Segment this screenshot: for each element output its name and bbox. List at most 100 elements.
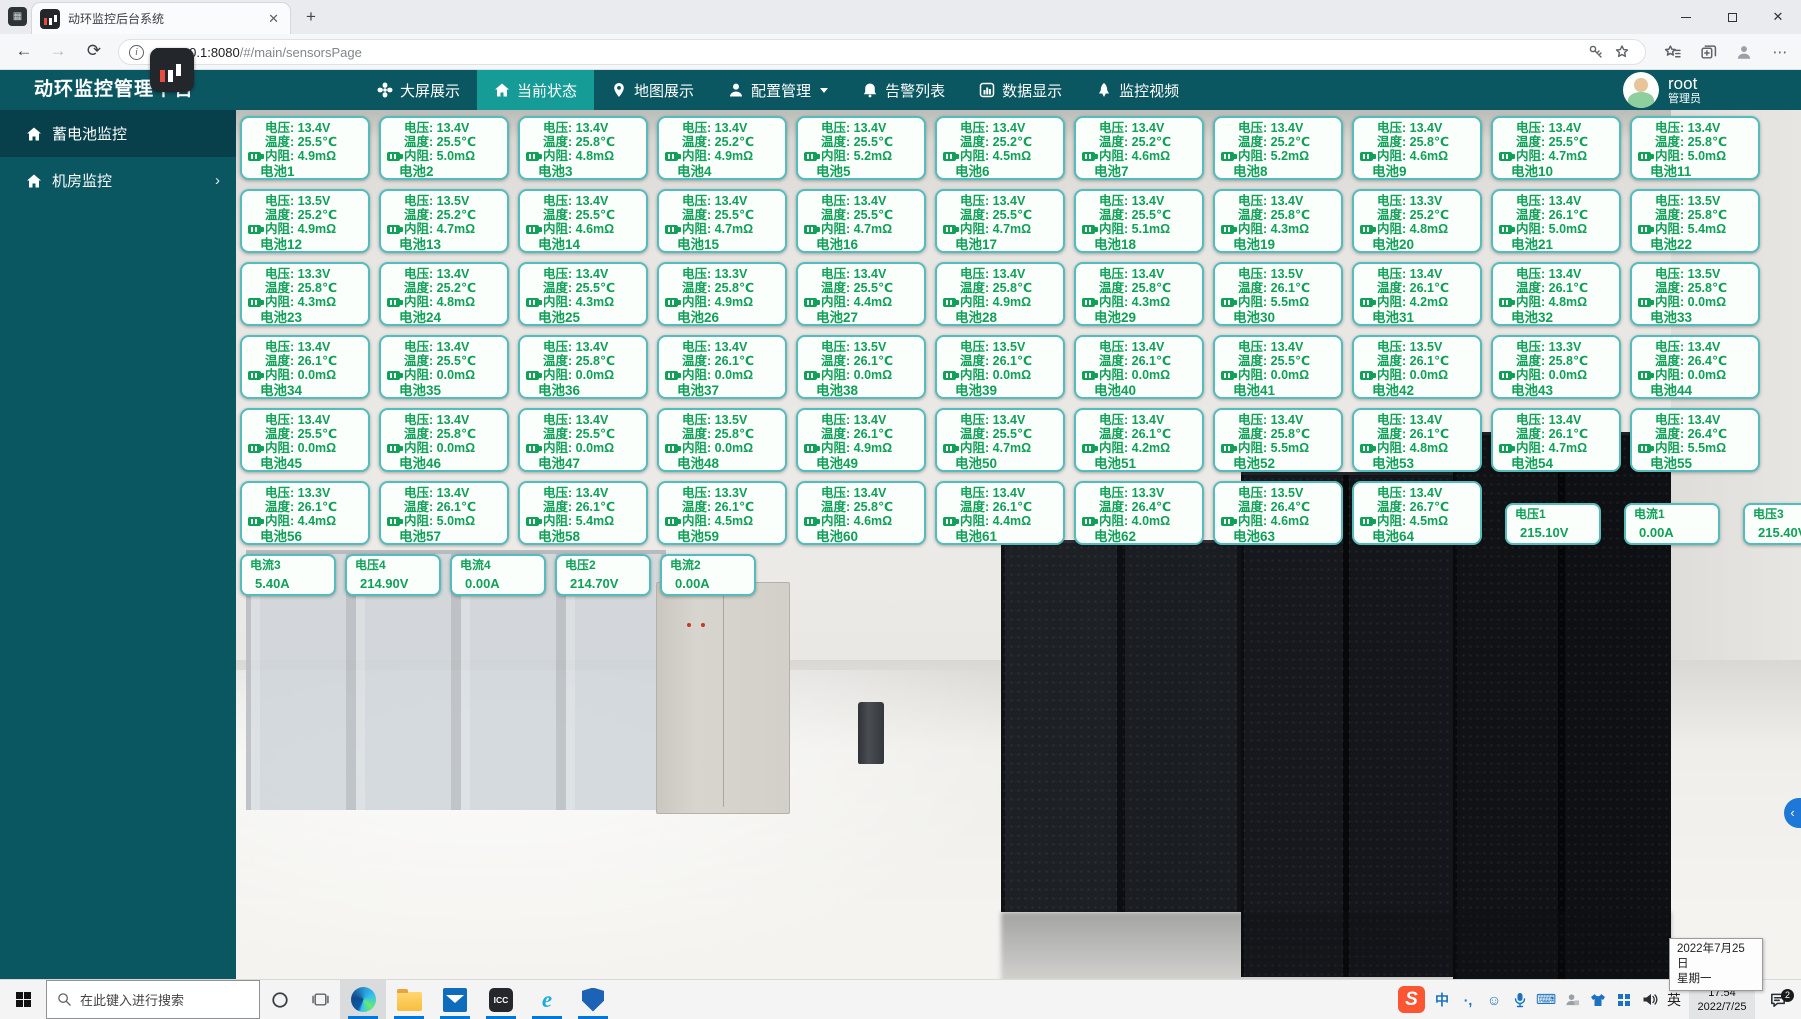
mic-icon[interactable] bbox=[1507, 992, 1533, 1008]
temperature-value: 25.2℃ bbox=[437, 281, 476, 295]
taskbar-app-edge[interactable] bbox=[340, 980, 386, 1019]
minimize-button[interactable] bbox=[1663, 0, 1709, 34]
volume-icon[interactable] bbox=[1637, 992, 1663, 1007]
back-button[interactable]: ← bbox=[8, 34, 40, 70]
temperature-value: 25.8℃ bbox=[1271, 208, 1310, 222]
emoji-icon[interactable]: ☺ bbox=[1481, 992, 1507, 1008]
battery-icon bbox=[943, 225, 956, 234]
taskbar-app-explorer[interactable] bbox=[386, 980, 432, 1019]
battery-card: 电压: 13.5V 温度: 25.2℃ 内阻: 4.7mΩ 电池13 bbox=[379, 189, 509, 253]
nav-item-2[interactable]: 当前状态 bbox=[477, 70, 594, 110]
cortana-button[interactable] bbox=[260, 980, 300, 1019]
user-dict-icon[interactable] bbox=[1559, 992, 1585, 1007]
forward-button[interactable]: → bbox=[42, 34, 74, 70]
collections-icon[interactable] bbox=[1659, 39, 1685, 65]
user-name: root bbox=[1668, 75, 1701, 93]
taskbar-app-mail[interactable] bbox=[432, 980, 478, 1019]
resistance-value: 0.0mΩ bbox=[715, 368, 754, 382]
sogou-ime-icon[interactable]: S bbox=[1398, 986, 1425, 1013]
taskbar-search-input[interactable]: 在此键入进行搜索 bbox=[46, 980, 260, 1019]
battery-name: 电池57 bbox=[387, 530, 503, 544]
card-row: 电压: 13.3V 温度: 25.8℃ 内阻: 4.3mΩ 电池23 电压: 1… bbox=[240, 262, 1801, 326]
resistance-value: 4.3mΩ bbox=[1271, 222, 1310, 236]
battery-name: 电池3 bbox=[526, 165, 642, 179]
temperature-value: 25.5℃ bbox=[576, 427, 615, 441]
task-view-button[interactable] bbox=[300, 980, 340, 1019]
battery-card: 电压: 13.4V 温度: 25.5℃ 内阻: 4.7mΩ 电池16 bbox=[796, 189, 926, 253]
password-key-icon[interactable] bbox=[1583, 39, 1609, 65]
punctuation-toggle[interactable]: ·, bbox=[1455, 992, 1481, 1008]
voltage-value: 13.3V bbox=[715, 486, 748, 500]
resistance-value: 5.0mΩ bbox=[1549, 222, 1588, 236]
maximize-button[interactable] bbox=[1709, 0, 1755, 34]
battery-name: 电池62 bbox=[1082, 530, 1198, 544]
voltage-value: 13.5V bbox=[437, 194, 470, 208]
battery-card: 电压: 13.4V 温度: 25.8℃ 内阻: 4.6mΩ 电池9 bbox=[1352, 116, 1482, 180]
toolbox-grid-icon[interactable] bbox=[1611, 993, 1637, 1007]
nav-item-7[interactable]: 监控视频 bbox=[1079, 70, 1196, 110]
resistance-value: 4.8mΩ bbox=[1549, 295, 1588, 309]
nav-item-1[interactable]: 大屏展示 bbox=[360, 70, 477, 110]
battery-icon bbox=[387, 517, 400, 526]
sensor-name: 电压2 bbox=[565, 558, 645, 573]
tab-close-icon[interactable]: ✕ bbox=[265, 11, 282, 27]
battery-icon bbox=[804, 517, 817, 526]
nav-item-4[interactable]: 配置管理 bbox=[711, 70, 845, 110]
sidebar-item-2[interactable]: 机房监控 › bbox=[0, 157, 236, 204]
battery-icon bbox=[387, 298, 400, 307]
reload-button[interactable]: ⟳ bbox=[78, 34, 110, 70]
skin-icon[interactable] bbox=[1585, 993, 1611, 1007]
voltage-value: 13.3V bbox=[1549, 340, 1582, 354]
battery-card: 电压: 13.5V 温度: 26.4℃ 内阻: 4.6mΩ 电池63 bbox=[1213, 481, 1343, 545]
battery-card: 电压: 13.3V 温度: 26.4℃ 内阻: 4.0mΩ 电池62 bbox=[1074, 481, 1204, 545]
browser-tab-strip: ▦ 动环监控后台系统 ✕ + ✕ bbox=[0, 0, 1801, 34]
keyboard-icon[interactable]: ⌨ bbox=[1533, 991, 1559, 1008]
site-info-icon[interactable]: i bbox=[129, 45, 144, 60]
battery-icon bbox=[943, 517, 956, 526]
card-row: 电压: 13.4V 温度: 26.1℃ 内阻: 0.0mΩ 电池34 电压: 1… bbox=[240, 335, 1801, 399]
battery-card: 电压: 13.4V 温度: 25.5℃ 内阻: 4.7mΩ 电池17 bbox=[935, 189, 1065, 253]
battery-card: 电压: 13.4V 温度: 25.8℃ 内阻: 0.0mΩ 电池46 bbox=[379, 408, 509, 472]
voltage-value: 13.4V bbox=[1688, 413, 1721, 427]
sensor-name: 电流4 bbox=[460, 558, 540, 573]
profile-avatar-icon[interactable] bbox=[1731, 39, 1757, 65]
browser-window: ▦ 动环监控后台系统 ✕ + ✕ ← → ⟳ i 127.0.0.1:8080/… bbox=[0, 0, 1801, 1019]
resistance-value: 4.4mΩ bbox=[993, 514, 1032, 528]
taskbar-app-icc[interactable]: ICC bbox=[478, 980, 524, 1019]
browser-tab[interactable]: 动环监控后台系统 ✕ bbox=[32, 3, 290, 34]
battery-icon bbox=[665, 225, 678, 234]
user-info[interactable]: root 管理员 bbox=[1623, 72, 1701, 108]
temperature-value: 26.1℃ bbox=[437, 500, 476, 514]
battery-icon bbox=[1499, 225, 1512, 234]
battery-card: 电压: 13.4V 温度: 26.1℃ 内阻: 0.0mΩ 电池34 bbox=[240, 335, 370, 399]
taskbar-app-ie[interactable]: e bbox=[524, 980, 570, 1019]
resistance-value: 0.0mΩ bbox=[715, 441, 754, 455]
close-button[interactable]: ✕ bbox=[1755, 0, 1801, 34]
more-menu-icon[interactable]: ⋯ bbox=[1767, 39, 1793, 65]
resistance-value: 4.3mΩ bbox=[576, 295, 615, 309]
sensor-name: 电流2 bbox=[670, 558, 750, 573]
favorites-star-icon[interactable] bbox=[1609, 39, 1635, 65]
voltage-value: 13.4V bbox=[1271, 340, 1304, 354]
nav-icon bbox=[1096, 82, 1112, 98]
taskbar-app-shield[interactable] bbox=[570, 980, 616, 1019]
battery-card: 电压: 13.4V 温度: 25.8℃ 内阻: 4.9mΩ 电池28 bbox=[935, 262, 1065, 326]
voltage-value: 13.4V bbox=[1132, 340, 1165, 354]
sidebar-item-1[interactable]: 蓄电池监控 › bbox=[0, 110, 236, 157]
language-indicator[interactable]: 英 bbox=[1663, 990, 1689, 1010]
notification-center-button[interactable]: 2 bbox=[1755, 991, 1801, 1009]
tab-groups-icon[interactable] bbox=[1695, 39, 1721, 65]
resistance-value: 4.7mΩ bbox=[1549, 441, 1588, 455]
temperature-value: 25.2℃ bbox=[715, 135, 754, 149]
voltage-value: 13.4V bbox=[854, 121, 887, 135]
battery-name: 电池38 bbox=[804, 384, 920, 398]
ime-mode-toggle[interactable]: 中 bbox=[1429, 990, 1455, 1010]
new-tab-button[interactable]: + bbox=[300, 7, 322, 29]
nav-item-5[interactable]: 告警列表 bbox=[845, 70, 962, 110]
nav-item-3[interactable]: 地图展示 bbox=[594, 70, 711, 110]
nav-item-6[interactable]: 数据显示 bbox=[962, 70, 1079, 110]
address-bar[interactable]: i 127.0.0.1:8080/#/main/sensorsPage bbox=[118, 39, 1646, 65]
temperature-value: 25.5℃ bbox=[715, 208, 754, 222]
start-button[interactable] bbox=[0, 980, 46, 1019]
battery-card: 电压: 13.4V 温度: 25.5℃ 内阻: 4.4mΩ 电池27 bbox=[796, 262, 926, 326]
